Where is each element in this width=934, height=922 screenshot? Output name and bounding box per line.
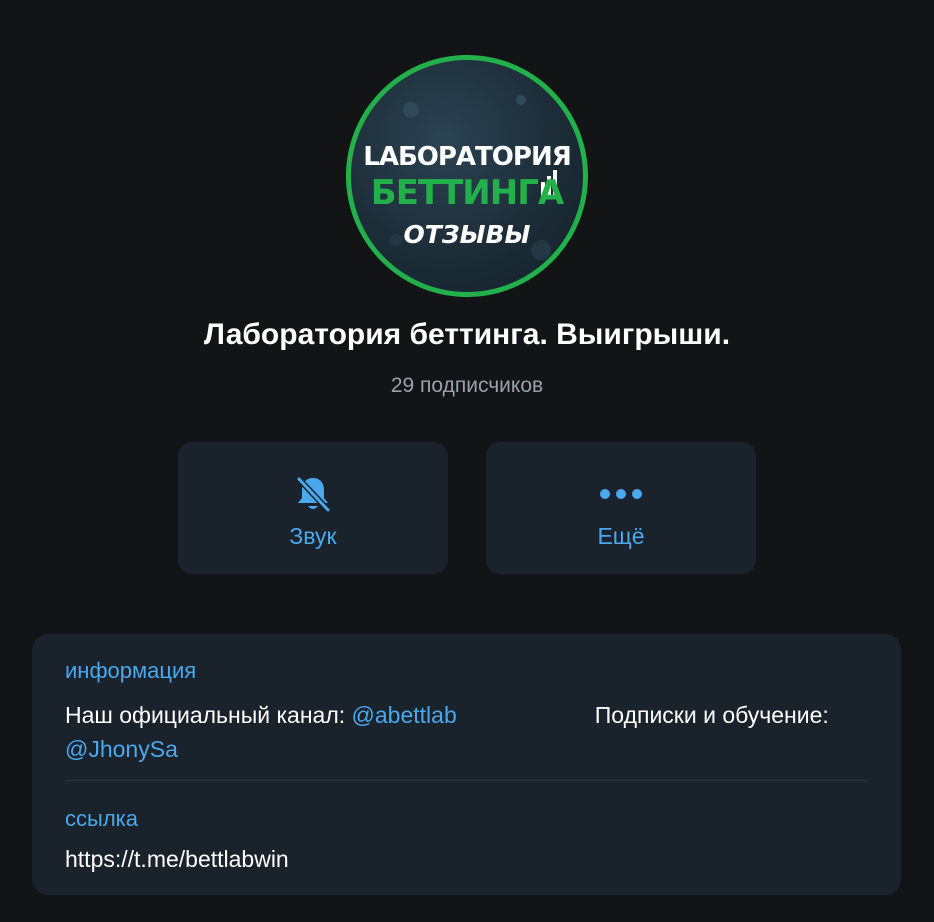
channel-url[interactable]: https://t.me/bettlabwin: [65, 846, 289, 873]
more-dots-icon: [486, 474, 756, 514]
user-link-jhonysa[interactable]: @JhonySa: [65, 736, 178, 762]
channel-link-abettlab[interactable]: @abettlab: [352, 702, 457, 728]
info-text-part1: Наш официальный канал:: [65, 702, 352, 728]
avatar-text-line2: БЕТТИНГА: [370, 173, 564, 213]
link-heading: ссылка: [65, 806, 138, 831]
sound-button-label: Звук: [289, 523, 337, 549]
info-card: информация Наш официальный канал: @abett…: [32, 634, 901, 895]
section-divider: [65, 780, 868, 781]
bell-muted-icon: [178, 474, 448, 514]
avatar-text-line1: LАБОРАТОРИЯ: [363, 142, 571, 172]
more-button-label: Ещё: [597, 523, 645, 549]
avatar-text-line3: ОТЗЫВЫ: [403, 220, 531, 249]
subscriber-count: 29 подписчиков: [390, 374, 544, 397]
info-heading: информация: [65, 658, 197, 683]
info-text-part2: Подписки и обучение:: [594, 702, 829, 728]
info-description: Наш официальный канал: @abettlab Подписки…: [65, 698, 877, 766]
sound-button[interactable]: Звук: [178, 442, 448, 574]
more-button[interactable]: Ещё: [486, 442, 756, 574]
channel-title: Лаборатория беттинга. Выигрыши.: [203, 318, 731, 351]
channel-avatar[interactable]: LАБОРАТОРИЯ БЕТТИНГА ОТЗЫВЫ: [346, 55, 588, 297]
